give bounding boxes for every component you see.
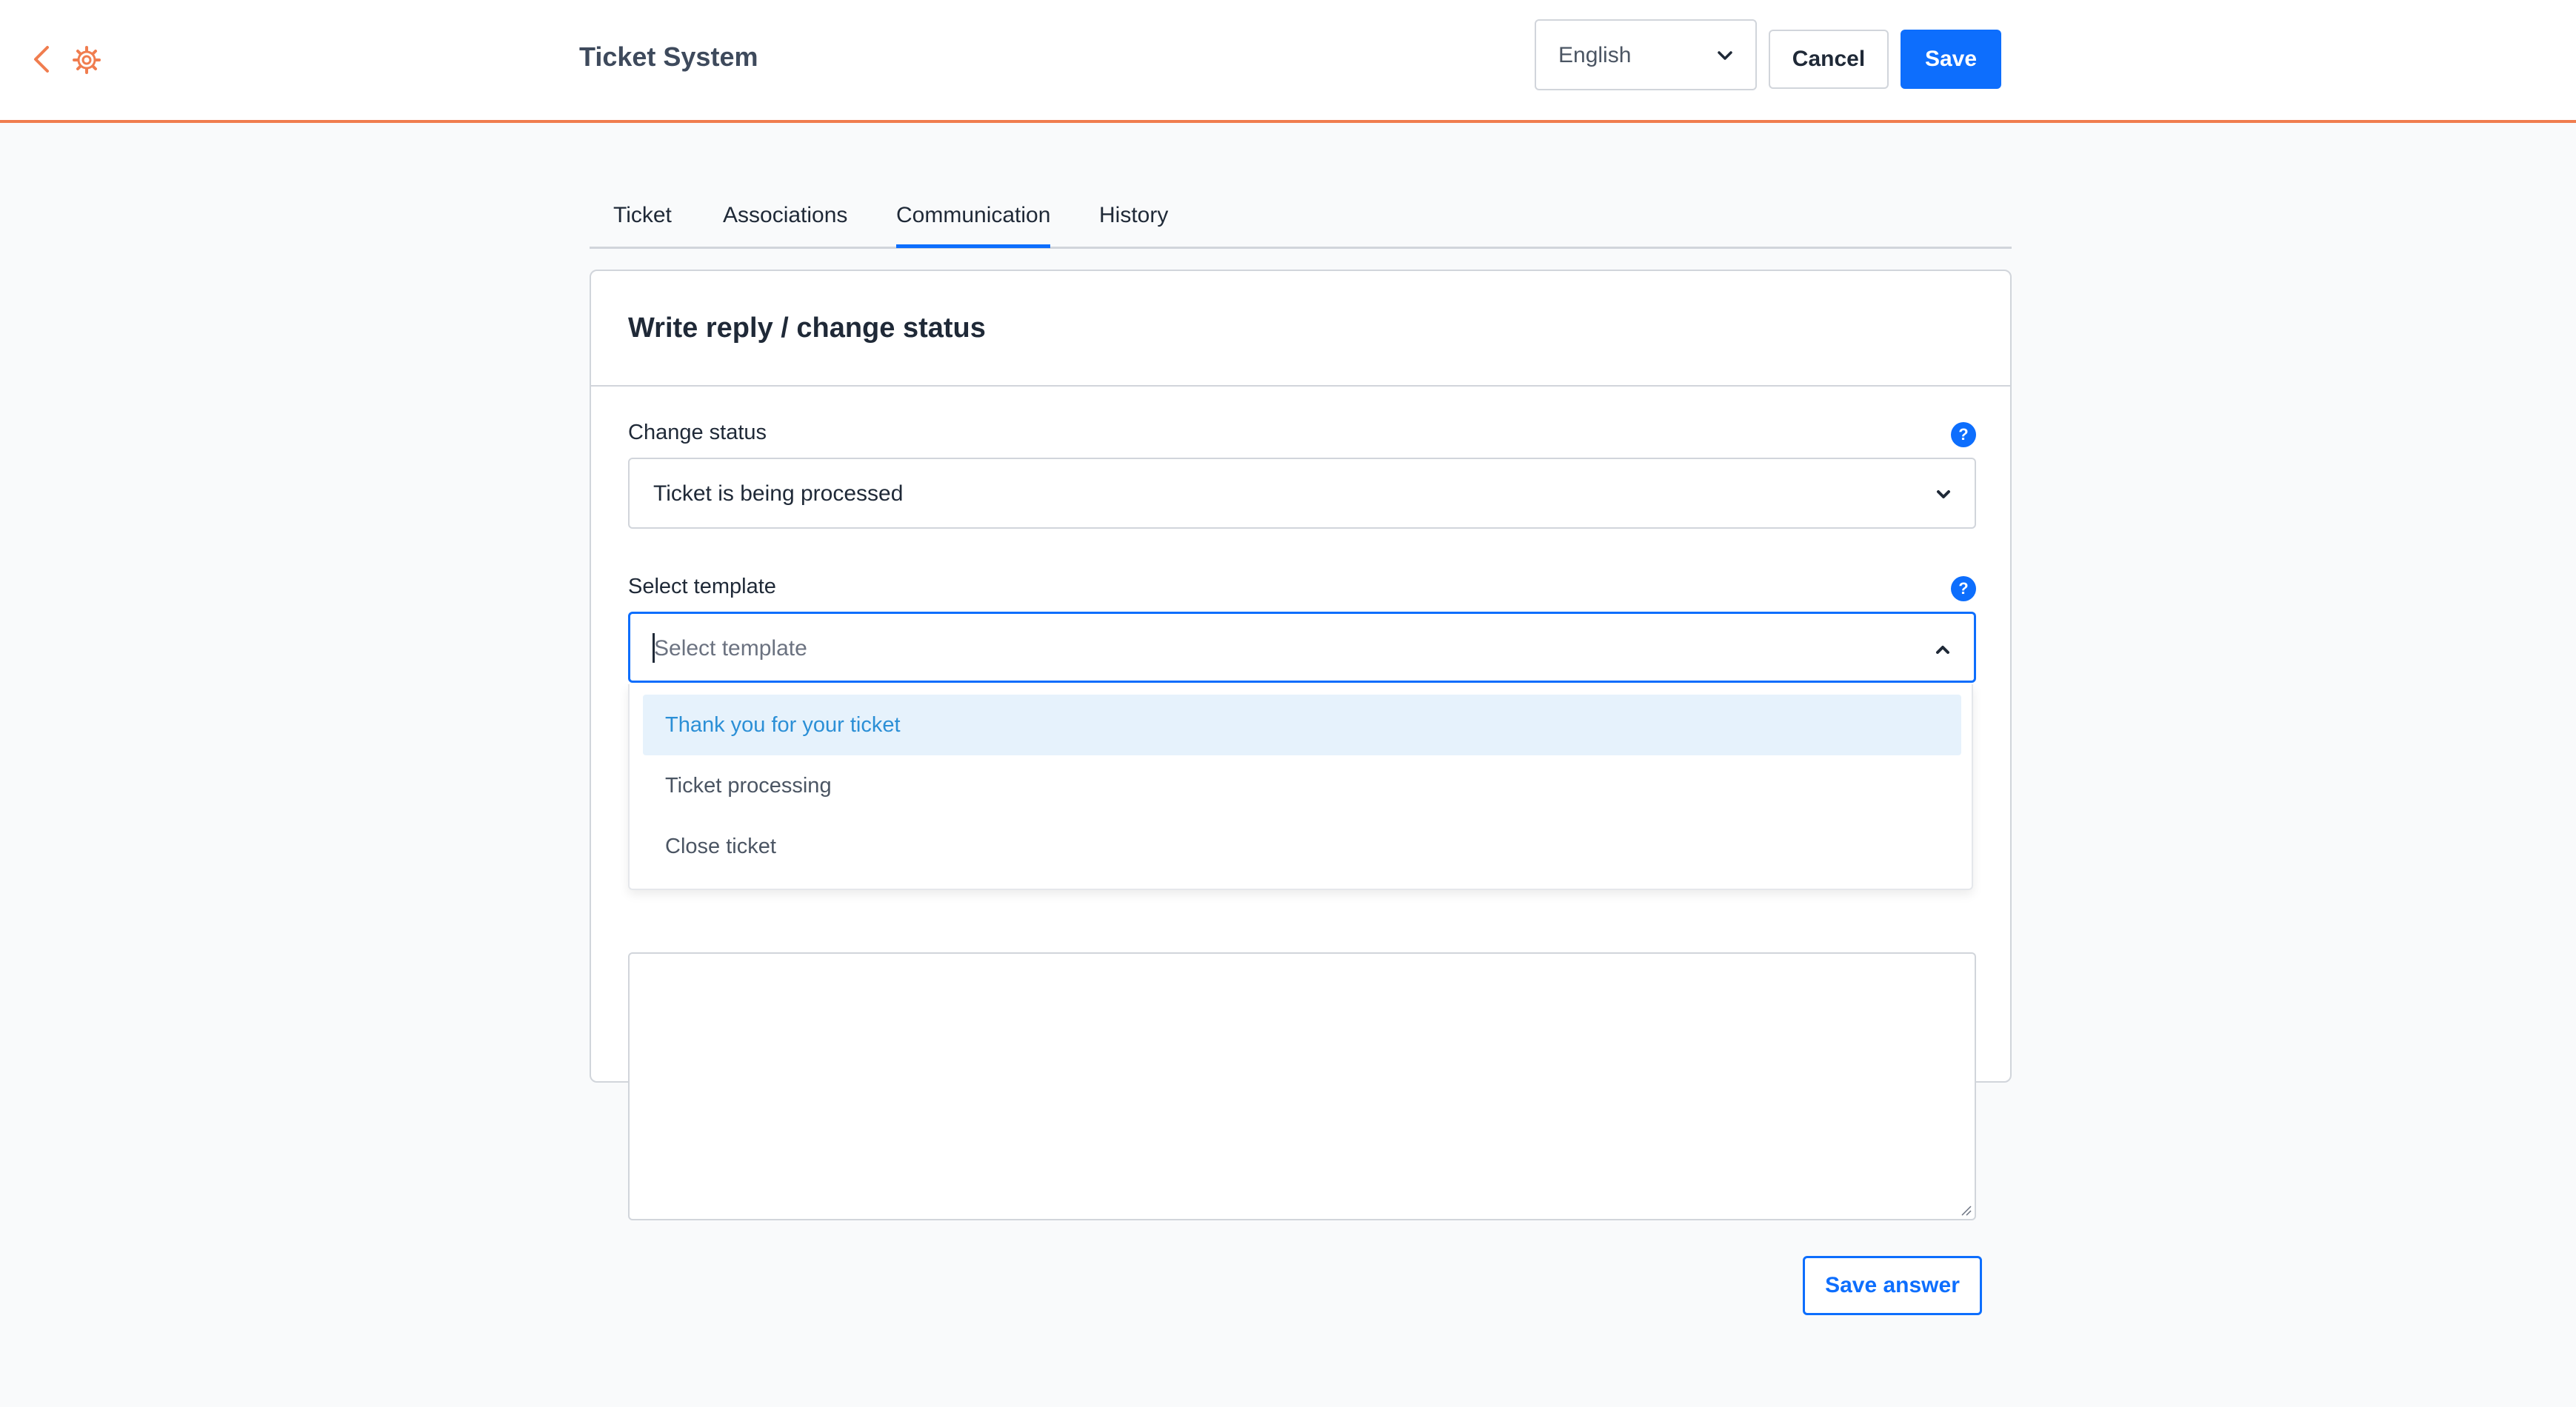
template-label: Select template: [628, 575, 776, 598]
chevron-down-icon: [1718, 51, 1732, 60]
template-option[interactable]: Close ticket: [643, 816, 1961, 877]
gear-icon[interactable]: [73, 46, 101, 74]
card-header: Write reply / change status: [591, 271, 2010, 387]
cancel-button[interactable]: Cancel: [1769, 30, 1889, 89]
language-select-value: English: [1558, 43, 1632, 67]
reply-textarea[interactable]: [628, 952, 1976, 1220]
tab-bar: Ticket Associations Communication Histor…: [590, 178, 2012, 249]
template-option[interactable]: Thank you for your ticket: [643, 695, 1961, 755]
chevron-down-icon: [1937, 490, 1950, 498]
back-arrow-icon[interactable]: [30, 44, 53, 74]
template-select-placeholder: Select template: [654, 636, 807, 661]
status-help-icon[interactable]: ?: [1951, 422, 1976, 447]
reply-card: Write reply / change status Change statu…: [590, 270, 2012, 1315]
language-select[interactable]: English: [1535, 19, 1757, 90]
save-button[interactable]: Save: [1901, 30, 2001, 89]
chevron-up-icon: [1936, 646, 1949, 654]
resize-handle-icon[interactable]: [1960, 1204, 1972, 1216]
card-title: Write reply / change status: [628, 313, 986, 344]
tab-history[interactable]: History: [1099, 203, 1168, 228]
top-bar: Ticket System English Cancel Save: [0, 0, 2576, 123]
template-dropdown-menu: Thank you for your ticket Ticket process…: [628, 684, 1973, 890]
tab-ticket[interactable]: Ticket: [613, 203, 672, 228]
template-option[interactable]: Ticket processing: [643, 755, 1961, 816]
page-title: Ticket System: [579, 41, 758, 72]
template-select[interactable]: Select template: [628, 612, 1976, 683]
status-label: Change status: [628, 421, 767, 444]
template-help-icon[interactable]: ?: [1951, 576, 1976, 601]
tab-associations[interactable]: Associations: [723, 203, 847, 228]
tab-communication[interactable]: Communication: [896, 203, 1051, 248]
status-select[interactable]: Ticket is being processed: [628, 458, 1976, 529]
status-select-value: Ticket is being processed: [653, 481, 904, 506]
save-answer-button[interactable]: Save answer: [1803, 1256, 1982, 1315]
